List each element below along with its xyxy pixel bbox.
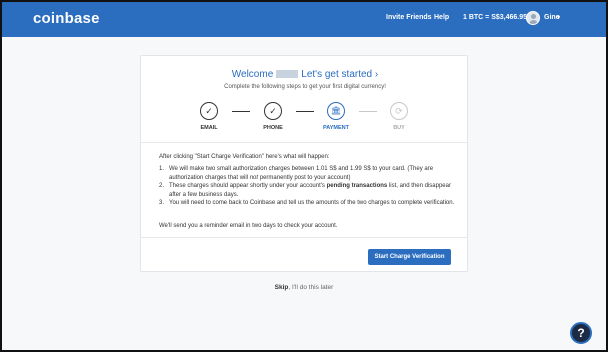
verification-intro: After clicking "Start Charge Verificatio… bbox=[159, 154, 330, 160]
start-charge-verification-button[interactable]: Start Charge Verification bbox=[368, 249, 451, 265]
list-item-strong: pending transactions bbox=[326, 183, 388, 189]
list-item-text: These charges should appear shortly unde… bbox=[169, 183, 327, 189]
welcome-title: Welcome Let's get started › bbox=[141, 69, 469, 80]
help-question-icon[interactable]: ? bbox=[570, 322, 592, 344]
list-item: 2. These charges should appear shortly un… bbox=[159, 182, 455, 199]
step-email-label: EMAIL bbox=[200, 125, 218, 131]
list-item-number: 1. bbox=[159, 166, 165, 172]
verification-steps-list: 1. We will make two small authorization c… bbox=[159, 165, 455, 208]
skip-link-rest[interactable]: , I'll do this later bbox=[288, 284, 333, 291]
welcome-suffix[interactable]: Let's get started › bbox=[301, 69, 378, 80]
list-item-number: 2. bbox=[159, 183, 165, 189]
coinbase-logo[interactable]: coinbase bbox=[33, 10, 100, 27]
list-item: 1. We will make two small authorization c… bbox=[159, 165, 455, 182]
step-buy-coin-icon: ⟳ bbox=[390, 102, 408, 120]
app-window: coinbase Invite Friends Help 1 BTC = S$3… bbox=[0, 0, 608, 352]
welcome-prefix: Welcome bbox=[231, 69, 274, 80]
onboarding-subtitle: Complete the following steps to get your… bbox=[224, 84, 386, 90]
step-payment-label: PAYMENT bbox=[323, 125, 349, 131]
list-item-text: You will need to come back to Coinbase a… bbox=[169, 200, 455, 206]
step-connector bbox=[296, 111, 314, 112]
chevron-down-icon[interactable]: ▾ bbox=[557, 14, 560, 21]
btc-price: 1 BTC = S$3,466.95 bbox=[463, 14, 528, 21]
step-phone-label: PHONE bbox=[263, 125, 283, 131]
skip-link[interactable]: Skip, I'll do this later bbox=[2, 284, 606, 291]
step-connector bbox=[232, 111, 250, 112]
divider bbox=[141, 142, 467, 143]
avatar[interactable] bbox=[526, 11, 540, 25]
avatar-head bbox=[531, 14, 536, 19]
step-buy-label: BUY bbox=[393, 125, 405, 131]
divider bbox=[141, 237, 467, 238]
invite-friends-link[interactable]: Invite Friends bbox=[386, 14, 432, 21]
step-payment-bank-icon: 🏛 bbox=[327, 102, 345, 120]
skip-link-bold[interactable]: Skip bbox=[275, 284, 289, 291]
onboarding-card: Welcome Let's get started › Complete the … bbox=[140, 55, 468, 272]
list-item-emphasis: not bbox=[249, 174, 259, 181]
step-connector bbox=[359, 111, 377, 112]
list-item-text: permanently post to your account) bbox=[258, 174, 351, 181]
step-email-check-icon: ✓ bbox=[200, 102, 218, 120]
reminder-text: We'll send you a reminder email in two d… bbox=[159, 223, 338, 229]
avatar-body bbox=[529, 20, 538, 24]
redacted-name bbox=[276, 70, 299, 78]
list-item-number: 3. bbox=[159, 200, 165, 206]
top-navbar: coinbase Invite Friends Help 1 BTC = S$3… bbox=[2, 2, 606, 37]
step-phone-check-icon: ✓ bbox=[264, 102, 282, 120]
help-link[interactable]: Help bbox=[434, 14, 449, 21]
list-item: 3. You will need to come back to Coinbase… bbox=[159, 199, 455, 208]
